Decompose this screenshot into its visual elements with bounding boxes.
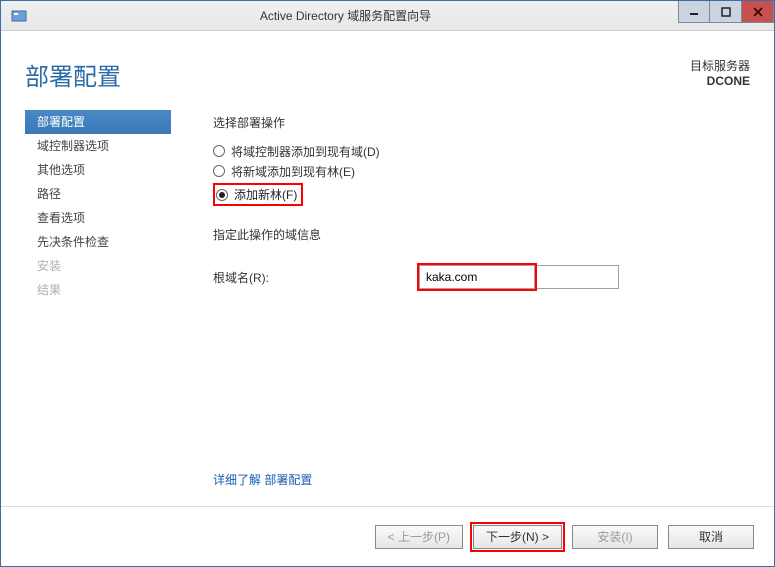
window-title: Active Directory 域服务配置向导 xyxy=(37,7,774,24)
root-domain-input[interactable] xyxy=(419,265,535,289)
learn-more-link[interactable]: 详细了解 部署配置 xyxy=(213,471,312,488)
root-domain-input-extend[interactable] xyxy=(537,265,619,289)
wizard-footer: < 上一步(P) 下一步(N) > 安装(I) 取消 xyxy=(1,506,774,566)
install-button[interactable]: 安装(I) xyxy=(572,525,658,549)
window-controls xyxy=(678,1,774,23)
radio-add-new-forest[interactable]: 添加新林(F) xyxy=(213,183,303,206)
root-domain-highlight xyxy=(417,263,537,291)
sidebar-item-install: 安装 xyxy=(25,254,171,278)
minimize-button[interactable] xyxy=(678,1,710,23)
titlebar: Active Directory 域服务配置向导 xyxy=(1,1,774,31)
radio-add-domain-existing-forest[interactable]: 将新域添加到现有林(E) xyxy=(213,161,750,181)
target-server-name: DCONE xyxy=(690,74,750,88)
root-domain-label: 根域名(R): xyxy=(213,269,417,286)
next-button[interactable]: 下一步(N) > xyxy=(473,525,562,549)
cancel-button[interactable]: 取消 xyxy=(668,525,754,549)
radio-icon xyxy=(213,145,225,157)
radio-icon xyxy=(213,165,225,177)
sidebar-item-dc-options[interactable]: 域控制器选项 xyxy=(25,134,171,158)
wizard-sidebar: 部署配置 域控制器选项 其他选项 路径 查看选项 先决条件检查 安装 结果 xyxy=(1,110,171,506)
app-icon xyxy=(7,4,31,28)
operation-label: 选择部署操作 xyxy=(213,114,750,131)
maximize-button[interactable] xyxy=(710,1,742,23)
radio-add-dc-existing-domain[interactable]: 将域控制器添加到现有域(D) xyxy=(213,141,750,161)
page-title: 部署配置 xyxy=(25,57,121,92)
radio-label: 添加新林(F) xyxy=(234,186,297,203)
sidebar-item-prereq-check[interactable]: 先决条件检查 xyxy=(25,230,171,254)
domain-info-label: 指定此操作的域信息 xyxy=(213,226,750,243)
target-server-box: 目标服务器 DCONE xyxy=(690,57,750,92)
radio-icon xyxy=(216,189,228,201)
prev-button[interactable]: < 上一步(P) xyxy=(375,525,463,549)
form-area: 选择部署操作 将域控制器添加到现有域(D) 将新域添加到现有林(E) 添加新林(… xyxy=(171,110,774,506)
target-server-label: 目标服务器 xyxy=(690,57,750,74)
radio-label: 将新域添加到现有林(E) xyxy=(231,163,355,180)
sidebar-item-result: 结果 xyxy=(25,278,171,302)
sidebar-item-deploy-config[interactable]: 部署配置 xyxy=(25,110,171,134)
close-button[interactable] xyxy=(742,1,774,23)
sidebar-item-paths[interactable]: 路径 xyxy=(25,182,171,206)
sidebar-item-other-options[interactable]: 其他选项 xyxy=(25,158,171,182)
radio-label: 将域控制器添加到现有域(D) xyxy=(231,143,380,160)
sidebar-item-view-options[interactable]: 查看选项 xyxy=(25,206,171,230)
